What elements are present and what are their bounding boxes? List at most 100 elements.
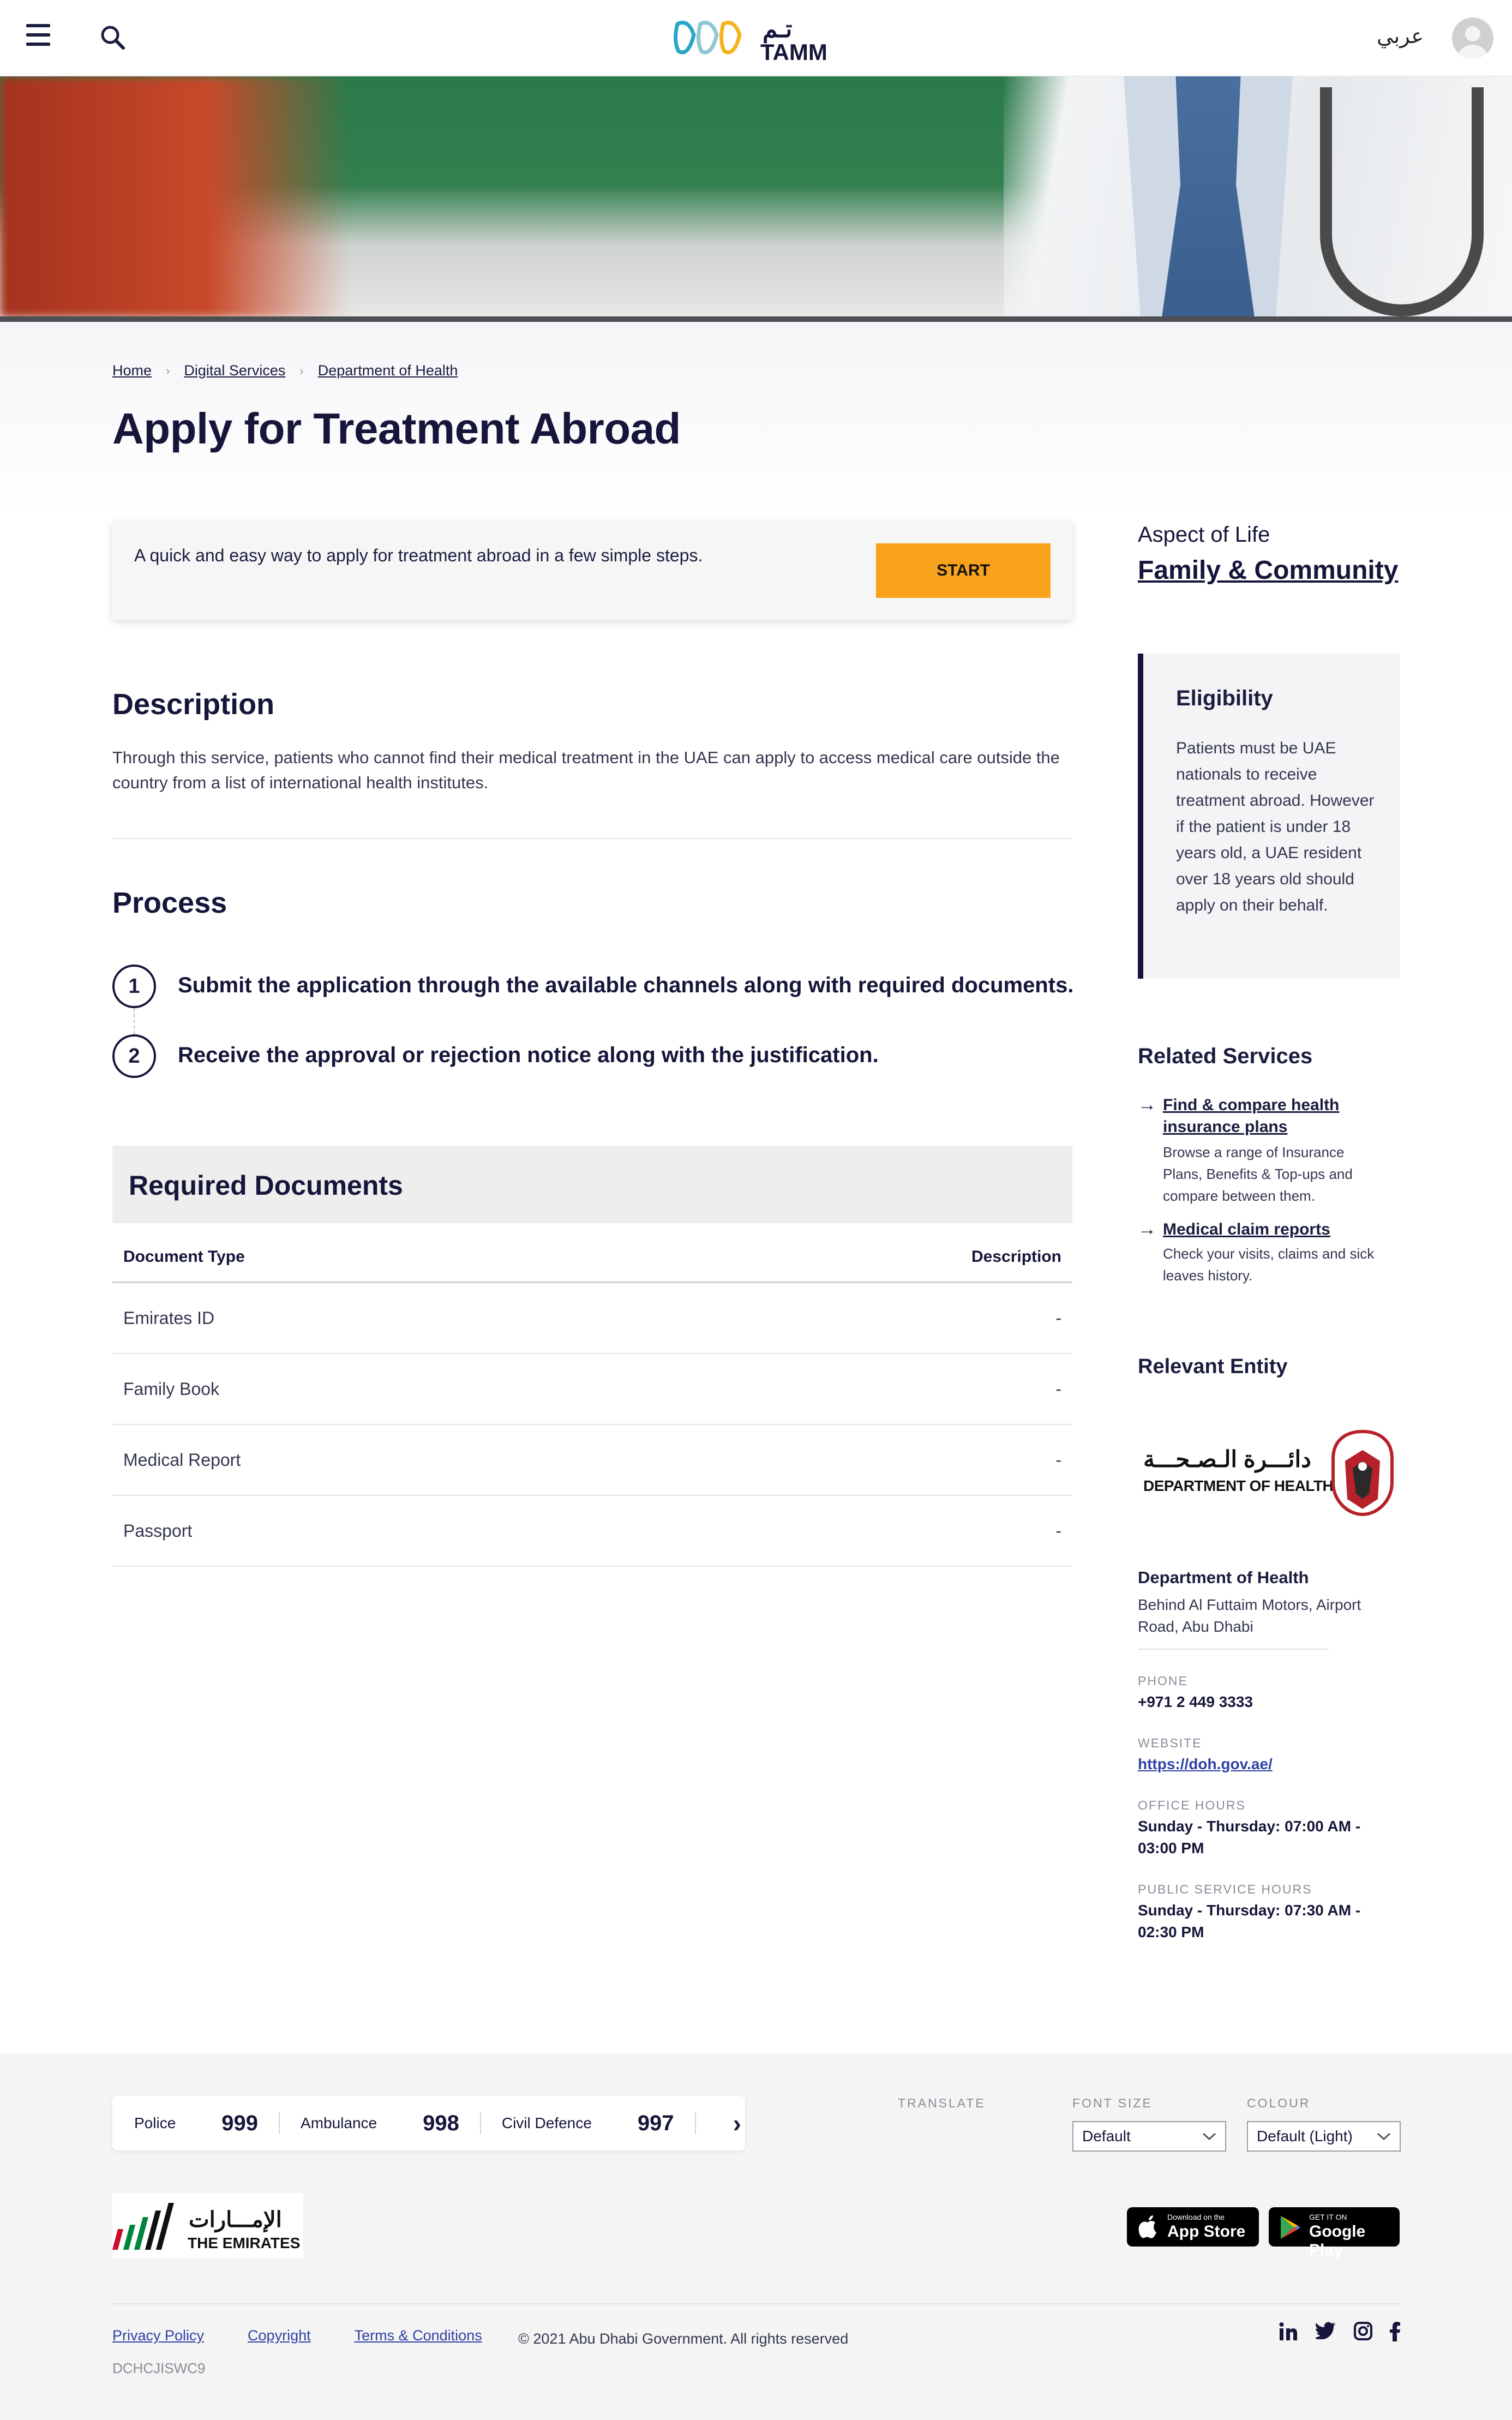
arrow-right-icon: → [1138, 1219, 1156, 1239]
stethoscope-graphic [1320, 87, 1484, 316]
entity-address: Behind Al Futtaim Motors, Airport Road, … [1138, 1596, 1361, 1635]
google-play-text: Google Play [1309, 2223, 1366, 2259]
linkedin-icon[interactable] [1279, 2322, 1298, 2341]
terms-link[interactable]: Terms & Conditions [355, 2327, 482, 2344]
page-code: DCHCJISWC9 [112, 2360, 206, 2376]
document-type: Medical Report [123, 1449, 241, 1470]
chevron-down-icon [1377, 2133, 1391, 2141]
document-description: - [1055, 1520, 1061, 1541]
arrow-right-icon: → [1138, 1094, 1156, 1115]
start-button[interactable]: START [876, 543, 1051, 598]
privacy-policy-link[interactable]: Privacy Policy [112, 2327, 204, 2344]
font-size-value: Default [1082, 2128, 1131, 2145]
colour-value: Default (Light) [1257, 2128, 1353, 2145]
emergency-number[interactable]: 998 [423, 2111, 459, 2136]
description-text: Through this service, patients who canno… [112, 748, 1060, 792]
social-links [1279, 2322, 1401, 2341]
step-number: 2 [112, 1034, 156, 1078]
website-label: WEBSITE [1138, 1736, 1202, 1750]
emergency-number[interactable]: 999 [221, 2111, 258, 2136]
chevron-right-icon[interactable]: › [733, 2108, 741, 2138]
emergency-label: Civil Defence [501, 2114, 592, 2131]
relevant-entity-heading: Relevant Entity [1138, 1355, 1288, 1378]
translate-label[interactable]: TRANSLATE [898, 2096, 986, 2111]
search-icon[interactable] [99, 24, 128, 52]
colour-select[interactable]: Default (Light) [1247, 2121, 1401, 2152]
twitter-icon[interactable] [1316, 2322, 1336, 2339]
avatar[interactable] [1452, 17, 1493, 59]
app-store-small-text: Download on the [1167, 2213, 1225, 2221]
document-type: Emirates ID [123, 1308, 215, 1328]
step-text: Submit the application through the avail… [178, 973, 1074, 997]
emergency-numbers-bar: Police 999 Ambulance 998 Civil Defence 9… [112, 2096, 745, 2151]
start-card-text: A quick and easy way to apply for treatm… [134, 546, 703, 565]
hero-image [0, 76, 1512, 318]
eligibility-text: Patients must be UAE nationals to receiv… [1176, 739, 1375, 914]
related-service-link[interactable]: Medical claim reports [1163, 1219, 1381, 1241]
the-emirates-logo[interactable]: الإمـــارات THE EMIRATES [112, 2193, 303, 2259]
breadcrumb-digital-services[interactable]: Digital Services [184, 362, 285, 379]
divider [112, 838, 1072, 839]
breadcrumb: Home › Digital Services › Department of … [112, 362, 458, 379]
required-documents-header: Required Documents [112, 1146, 1072, 1223]
table-row: Family Book - [112, 1354, 1072, 1425]
documents-table: Document Type Description Emirates ID - … [112, 1232, 1072, 1567]
related-service-text: Browse a range of Insurance Plans, Benef… [1163, 1144, 1353, 1204]
abu-dhabi-emblem-icon [1331, 1429, 1394, 1517]
divider [1138, 1649, 1329, 1650]
chevron-right-icon: › [166, 363, 170, 378]
logo-english: DEPARTMENT OF HEALTH [1143, 1477, 1334, 1494]
document-description: - [1055, 1449, 1061, 1470]
apple-icon [1138, 2215, 1156, 2238]
table-row: Emirates ID - [112, 1283, 1072, 1354]
site-header: تـم TAMM عربي [0, 0, 1512, 76]
process-heading: Process [112, 886, 227, 919]
app-store-text: App Store [1167, 2223, 1246, 2241]
related-service-text: Check your visits, claims and sick leave… [1163, 1245, 1375, 1284]
font-size-select[interactable]: Default [1072, 2121, 1226, 2152]
document-type: Family Book [123, 1379, 220, 1399]
logo-text: TAMM [760, 39, 827, 65]
eligibility-heading: Eligibility [1176, 686, 1273, 710]
step-text: Receive the approval or rejection notice… [178, 1043, 879, 1067]
column-header: Description [971, 1247, 1061, 1266]
aspect-of-life-label: Aspect of Life [1138, 523, 1270, 547]
breadcrumb-home[interactable]: Home [112, 362, 152, 379]
language-toggle[interactable]: عربي [1377, 24, 1424, 49]
tamm-logo[interactable]: تـم TAMM [672, 13, 841, 65]
font-size-label: FONT SIZE [1072, 2096, 1153, 2110]
entity-name: Department of Health [1138, 1568, 1309, 1587]
emirates-bars-icon [112, 2203, 174, 2250]
emirates-arabic: الإمـــارات [189, 2208, 282, 2232]
phone-value[interactable]: +971 2 449 3333 [1138, 1691, 1400, 1713]
emergency-number[interactable]: 997 [638, 2111, 674, 2136]
document-description: - [1055, 1308, 1061, 1328]
chevron-right-icon: › [299, 363, 304, 378]
facebook-icon[interactable] [1390, 2322, 1401, 2341]
emirates-english: THE EMIRATES [188, 2235, 301, 2251]
related-services-heading: Related Services [1138, 1044, 1313, 1068]
google-play-button[interactable]: GET IT ON Google Play [1269, 2207, 1400, 2259]
step-number: 1 [112, 965, 156, 1008]
table-header: Document Type Description [112, 1232, 1072, 1283]
page-title: Apply for Treatment Abroad [112, 404, 681, 453]
divider [112, 2303, 1400, 2304]
emergency-label: Police [134, 2114, 176, 2131]
department-of-health-logo[interactable]: دائـــرة الـصـحـــة DEPARTMENT OF HEALTH [1138, 1418, 1400, 1522]
office-hours-value: Sunday - Thursday: 07:00 AM - 03:00 PM [1138, 1818, 1361, 1856]
related-service-link[interactable]: Find & compare health insurance plans [1163, 1094, 1381, 1138]
footer-links: Privacy Policy Copyright Terms & Conditi… [112, 2327, 482, 2344]
phone-label: PHONE [1138, 1674, 1188, 1688]
eligibility-box: Eligibility Patients must be UAE nationa… [1138, 654, 1400, 979]
copyright-link[interactable]: Copyright [248, 2327, 311, 2344]
website-link[interactable]: https://doh.gov.ae/ [1138, 1753, 1400, 1775]
column-header: Document Type [123, 1247, 245, 1266]
app-store-button[interactable]: Download on the App Store [1127, 2207, 1259, 2247]
breadcrumb-department[interactable]: Department of Health [318, 362, 458, 379]
instagram-icon[interactable] [1354, 2322, 1372, 2340]
menu-icon[interactable] [26, 24, 50, 46]
aspect-of-life-link[interactable]: Family & Community [1138, 555, 1398, 585]
copyright-text: © 2021 Abu Dhabi Government. All rights … [518, 2331, 849, 2347]
step-connector [134, 1008, 135, 1034]
logo-arabic: دائـــرة الـصـحـــة [1143, 1446, 1311, 1472]
